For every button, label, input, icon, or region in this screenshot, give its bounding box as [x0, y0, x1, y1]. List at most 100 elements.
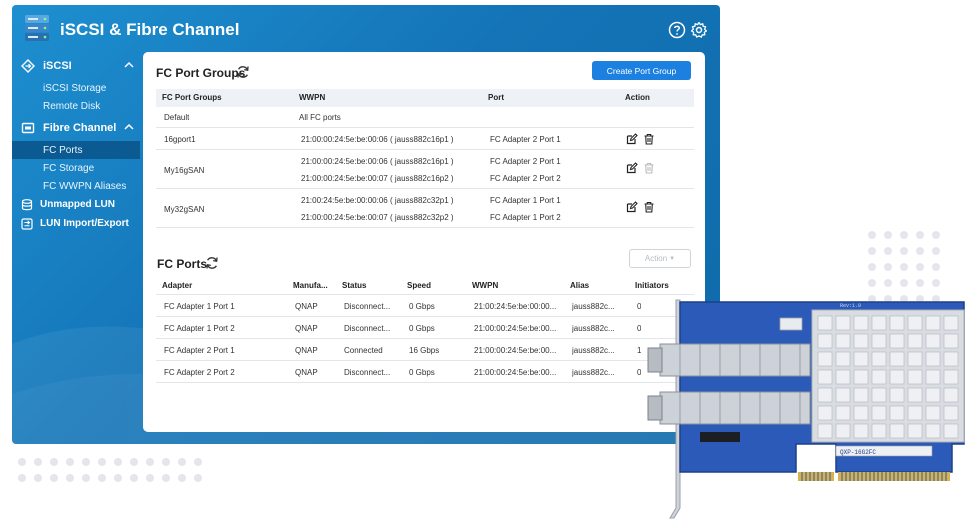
edit-icon[interactable]: [626, 201, 638, 213]
sidebar: iSCSI iSCSI Storage Remote Disk Fibre Ch…: [12, 53, 140, 233]
group-port: FC Adapter 2 Port 1: [490, 135, 561, 144]
group-wwpn: 21:00:00:24:5e:be:00:06 ( jauss882c16p1 …: [301, 157, 454, 166]
sidebar-item-fc-storage[interactable]: FC Storage: [12, 159, 140, 177]
table-row[interactable]: FC Adapter 2 Port 1 QNAP Connected 16 Gbps 2…: [156, 339, 694, 361]
table-cell: Disconnect...: [344, 302, 391, 311]
sidebar-item-remote-disk[interactable]: Remote Disk: [12, 97, 140, 115]
group-name: 16gport1: [164, 135, 196, 144]
trash-icon[interactable]: [643, 133, 655, 145]
refresh-icon[interactable]: [236, 65, 250, 79]
column-header[interactable]: Adapter: [162, 281, 192, 290]
decorative-dots-right: [868, 231, 940, 303]
table-row[interactable]: FC Adapter 1 Port 1 QNAP Disconnect... 0 Gb…: [156, 295, 694, 317]
decorative-dot: [18, 458, 26, 466]
decorative-dot: [916, 247, 924, 255]
app-window: iSCSI & Fibre Channel iSCSI iSCSI Storag…: [12, 5, 720, 444]
sidebar-item-iscsi-storage[interactable]: iSCSI Storage: [12, 79, 140, 97]
trash-icon[interactable]: [643, 201, 655, 213]
group-name: My16gSAN: [164, 166, 205, 175]
decorative-dot: [884, 279, 892, 287]
decorative-dot: [868, 231, 876, 239]
decorative-dot: [916, 279, 924, 287]
edit-icon[interactable]: [626, 162, 638, 174]
table-cell: 0 Gbps: [409, 324, 435, 333]
column-header[interactable]: Port: [488, 93, 504, 102]
nav-group-iscsi[interactable]: iSCSI: [12, 56, 140, 76]
decorative-dots-left: [18, 458, 202, 482]
decorative-dot: [194, 458, 202, 466]
trash-icon-disabled: [644, 162, 654, 174]
decorative-dot: [932, 247, 940, 255]
table-row[interactable]: FC Adapter 1 Port 2 QNAP Disconnect... 0 Gb…: [156, 317, 694, 339]
table-cell: 21:00:00:24:5e:be:00...: [474, 368, 557, 377]
decorative-dot: [868, 263, 876, 271]
column-header[interactable]: WWPN: [299, 93, 325, 102]
sidebar-item-fc-wwpn-aliases[interactable]: FC WWPN Aliases: [12, 177, 140, 195]
window-title: iSCSI & Fibre Channel: [60, 20, 240, 39]
sidebar-item-unmapped-lun[interactable]: Unmapped LUN: [12, 195, 140, 214]
help-icon[interactable]: [668, 21, 686, 39]
edit-icon[interactable]: [626, 133, 638, 145]
chevron-up-icon[interactable]: [124, 61, 134, 69]
decorative-dot: [50, 458, 58, 466]
table-cell: QNAP: [295, 324, 318, 333]
sidebar-item-label: LUN Import/Export: [40, 218, 129, 229]
table-cell: Connected: [344, 346, 383, 355]
decorative-dot: [178, 458, 186, 466]
fc-port-groups-title: FC Port Groups: [156, 66, 246, 80]
group-wwpn: 21:00:00:24:5e:be:00:07 ( jauss882c16p2 …: [301, 174, 454, 183]
gear-icon[interactable]: [690, 21, 708, 39]
nav-group-label: Fibre Channel: [43, 122, 117, 134]
column-header[interactable]: WWPN: [472, 281, 498, 290]
decorative-dot: [194, 474, 202, 482]
table-row[interactable]: FC Adapter 2 Port 2 QNAP Disconnect... 0 Gb…: [156, 361, 694, 383]
table-cell: FC Adapter 1 Port 1: [164, 302, 235, 311]
decorative-dot: [900, 263, 908, 271]
decorative-dot: [98, 474, 106, 482]
decorative-dot: [130, 458, 138, 466]
create-port-group-button[interactable]: Create Port Group: [592, 61, 691, 80]
decorative-dot: [146, 458, 154, 466]
group-name: My32gSAN: [164, 205, 205, 214]
column-header[interactable]: Initiators: [635, 281, 669, 290]
sidebar-item-lun-import-export[interactable]: LUN Import/Export: [12, 214, 140, 233]
decorative-dot: [916, 231, 924, 239]
chevron-up-icon[interactable]: [124, 123, 134, 131]
column-header[interactable]: Status: [342, 281, 366, 290]
table-cell: jauss882c...: [572, 324, 615, 333]
fc-ports-table-header: Adapter Manufa... Status Speed WWPN Alia…: [156, 277, 694, 295]
decorative-dot: [162, 474, 170, 482]
table-cell: Disconnect...: [344, 324, 391, 333]
card-revision-label: Rev:1.0: [840, 303, 861, 309]
refresh-icon[interactable]: [205, 256, 219, 270]
decorative-dot: [66, 474, 74, 482]
nav-group-label: iSCSI: [43, 60, 72, 72]
table-row[interactable]: Default All FC ports: [156, 107, 694, 128]
decorative-dot: [932, 231, 940, 239]
fibre-channel-card-image: QXP-16G2FC Rev:1.0: [647, 299, 965, 519]
decorative-dot: [884, 263, 892, 271]
table-cell: FC Adapter 2 Port 1: [164, 346, 235, 355]
table-row[interactable]: My16gSAN 21:00:00:24:5e:be:00:06 ( jauss…: [156, 150, 694, 189]
decorative-dot: [162, 458, 170, 466]
decorative-dot: [98, 458, 106, 466]
column-header[interactable]: Alias: [570, 281, 589, 290]
group-wwpn: 21:00:00:24:5e:be:00:06 ( jauss882c16p1 …: [301, 135, 454, 144]
decorative-dot: [82, 474, 90, 482]
table-row[interactable]: 16gport1 21:00:00:24:5e:be:00:06 ( jauss…: [156, 128, 694, 150]
table-cell: jauss882c...: [572, 302, 615, 311]
group-wwpn: 21:00:24:5e:be:00:00:06 ( jauss882c32p1 …: [301, 196, 454, 205]
sidebar-item-fc-ports[interactable]: FC Ports: [12, 141, 140, 159]
column-header[interactable]: Action: [625, 93, 650, 102]
decorative-dot: [884, 247, 892, 255]
column-header[interactable]: Speed: [407, 281, 431, 290]
decorative-dot: [932, 263, 940, 271]
sidebar-item-label: Unmapped LUN: [40, 199, 115, 210]
action-label: Action: [644, 254, 668, 263]
column-header[interactable]: FC Port Groups: [162, 93, 222, 102]
action-dropdown-button[interactable]: Action ▼: [629, 249, 691, 268]
nav-group-fibre-channel[interactable]: Fibre Channel: [12, 118, 140, 138]
decorative-dot: [900, 247, 908, 255]
column-header[interactable]: Manufa...: [293, 281, 328, 290]
table-row[interactable]: My32gSAN 21:00:24:5e:be:00:00:06 ( jauss…: [156, 189, 694, 228]
